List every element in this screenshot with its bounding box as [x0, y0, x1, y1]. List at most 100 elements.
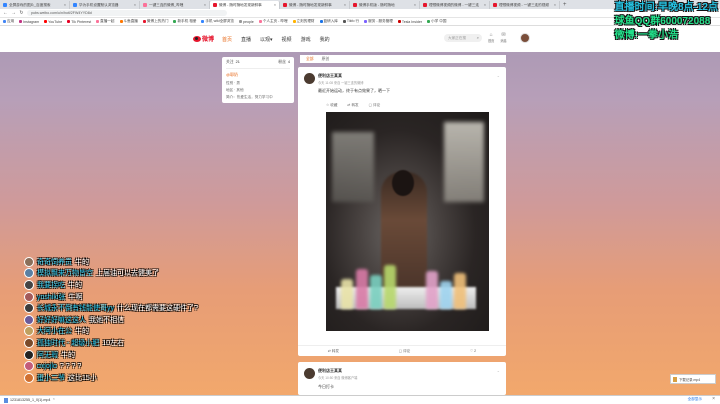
- tab-close-icon[interactable]: ×: [344, 3, 346, 7]
- download-bar: 1231813255_1_0(1).mp4 ⌃ 全部显示 ×: [0, 395, 720, 404]
- site-nav-item[interactable]: 首页: [222, 36, 232, 43]
- viewer-name: 我要拐吃: [37, 281, 65, 289]
- tab-original[interactable]: 原创: [322, 57, 330, 62]
- tab-close-icon[interactable]: ×: [204, 3, 206, 7]
- bookmark-item[interactable]: Tikfo 行: [342, 19, 359, 24]
- site-nav-item[interactable]: 直播: [241, 36, 251, 43]
- user-avatar[interactable]: [520, 33, 530, 43]
- fans-stat[interactable]: 粉丝 4: [278, 60, 290, 65]
- tab-close-icon[interactable]: ×: [484, 3, 486, 7]
- search-input[interactable]: 大家正在搜 ⌕: [444, 34, 482, 42]
- close-icon[interactable]: ×: [712, 396, 715, 402]
- follow-stat[interactable]: 关注 21: [226, 60, 240, 65]
- profile-card: 关注 21 粉丝 4 @耶奶 性别 · 男地区 · 其他 简介：热爱生活，努力学习中: [222, 57, 294, 103]
- header-icon-button[interactable]: ✉ 消息: [500, 33, 506, 44]
- browser-tab[interactable]: 一键三连的微博_哔哩 ×: [140, 1, 210, 9]
- show-all-downloads-link[interactable]: 全部显示: [688, 397, 702, 402]
- bookmark-item[interactable]: Tik Pinterest: [67, 20, 91, 24]
- stream-qq-group: 球鱼QQ群600072088: [614, 16, 711, 27]
- author-avatar[interactable]: [304, 73, 315, 84]
- author-name[interactable]: 便利店王某某: [318, 368, 357, 374]
- floating-download-item[interactable]: 下载记录.mp4: [670, 374, 716, 384]
- post-action-button[interactable]: ☆ 收藏: [326, 103, 337, 108]
- reload-icon[interactable]: ↻: [19, 10, 24, 16]
- chevron-up-icon[interactable]: ⌃: [52, 398, 55, 402]
- browser-tab[interactable]: 理想微博视频的微博 - 一键三连 ×: [420, 1, 490, 9]
- tab-label: 理想微博视频 - 一键三连的视频: [499, 2, 549, 7]
- bookmark-favicon-icon: [427, 20, 431, 23]
- bookmark-item[interactable]: 斗鱼直播: [119, 19, 138, 24]
- tab-favicon-icon: [493, 3, 497, 7]
- profile-handle[interactable]: @耶奶: [226, 72, 290, 78]
- weibo-logo[interactable]: 微博: [193, 34, 214, 43]
- download-chip[interactable]: 1231813255_1_0(1).mp4 ⌃: [4, 397, 55, 403]
- tab-close-icon[interactable]: ×: [134, 3, 136, 7]
- browser-tab[interactable]: 全屏游戏的图片_百度搜索 ×: [0, 1, 70, 9]
- bookmark-favicon-icon: [258, 20, 262, 23]
- post-meta: 今天 11:08 来自 一键三连的微博: [318, 81, 364, 85]
- tab-close-icon[interactable]: ×: [274, 3, 276, 7]
- header-icon-button[interactable]: ⌂ 首页: [488, 33, 494, 44]
- bookmark-item[interactable]: 直播一起: [96, 19, 115, 24]
- viewer-name: 大阿小在公: [37, 328, 72, 336]
- tab-close-icon[interactable]: ×: [414, 3, 416, 7]
- weibo-eye-icon: [193, 35, 201, 42]
- action-icon: ☆: [326, 103, 330, 107]
- site-nav-item[interactable]: 以观▾: [260, 36, 273, 43]
- tab-favicon-icon: [73, 3, 77, 7]
- tab-label: 华为手机设置默认浏览器: [79, 2, 119, 7]
- message-text: 我她不相信: [89, 316, 124, 324]
- bookmark-item[interactable]: 服务 - 服务管理: [364, 19, 393, 24]
- like-button[interactable]: ♡ 2: [470, 349, 476, 353]
- site-nav-item[interactable]: 视频: [282, 36, 292, 43]
- author-name[interactable]: 便利店王某某: [318, 73, 363, 79]
- bookmark-item[interactable]: 蓝研入库: [319, 19, 338, 24]
- tab-all[interactable]: 全部: [306, 57, 314, 62]
- viewer-name: 阿无瑕: [37, 351, 58, 359]
- bookmark-item[interactable]: 小学 中国: [427, 19, 446, 24]
- bookmark-item[interactable]: 应用: [3, 19, 14, 24]
- browser-tab[interactable]: 微博 - 随时随地发现新鲜事 ×: [210, 1, 280, 9]
- bookmark-item[interactable]: people: [238, 20, 254, 24]
- forward-icon[interactable]: →: [11, 10, 16, 16]
- tab-close-icon[interactable]: ×: [554, 3, 556, 7]
- post-action-button[interactable]: ⇄ 转发: [347, 103, 358, 108]
- new-tab-button[interactable]: +: [560, 1, 570, 9]
- browser-tab[interactable]: 微博手机版 - 随时随地 ×: [350, 1, 420, 9]
- danmaku-message: 好好好嘛这这人 我她不相信: [24, 314, 198, 326]
- bookmark-item[interactable]: 立刻的理财: [292, 19, 315, 24]
- tab-close-icon[interactable]: ×: [64, 3, 66, 7]
- post-action-button[interactable]: ▢ 评论: [369, 103, 381, 108]
- bookmark-item[interactable]: Tesla Insider: [397, 20, 422, 24]
- tab-favicon-icon: [143, 3, 147, 7]
- danmaku-message: 阿无瑕 牛的: [24, 349, 198, 361]
- bookmark-item[interactable]: YouTube: [44, 20, 62, 24]
- message-text: 上届油可以去健美了: [96, 270, 159, 278]
- author-avatar[interactable]: [304, 368, 315, 379]
- post-photo[interactable]: [326, 112, 489, 331]
- site-nav-item[interactable]: 游戏: [301, 36, 311, 43]
- viewer-avatar: [24, 349, 34, 360]
- bookmark-item[interactable]: 个人主页 - 哔哩: [258, 19, 288, 24]
- bookmark-item[interactable]: Instagram: [19, 20, 39, 24]
- profile-info: 性别 · 男地区 · 其他 简介：热爱生活，努力学习中: [226, 81, 290, 100]
- browser-tab[interactable]: 微博 - 随时随地发现新鲜事 ×: [280, 1, 350, 9]
- browser-tab[interactable]: 理想微博视频 - 一键三连的视频 ×: [490, 1, 560, 9]
- url-field[interactable]: pubs.weibo.com/u/n/hotl/2FW4YYD8d: [27, 10, 227, 16]
- photo-window-right: [444, 122, 484, 202]
- bookmark-item[interactable]: 手机 wiki全屏浏览: [201, 19, 234, 24]
- photo-bottles: [336, 259, 476, 309]
- bookmark-item[interactable]: 微博上的热门: [142, 19, 168, 24]
- site-nav-item[interactable]: 我的: [320, 36, 330, 43]
- repost-button[interactable]: ⇄ 转发: [328, 349, 339, 354]
- back-icon[interactable]: ←: [3, 10, 8, 16]
- photo-window-left: [332, 132, 374, 202]
- post-menu-icon[interactable]: ⌄: [497, 368, 500, 373]
- bookmark-item[interactable]: 新手机 相册: [173, 19, 196, 24]
- post-menu-icon[interactable]: ⌄: [497, 73, 500, 78]
- comment-button[interactable]: ▢ 评论: [399, 349, 411, 354]
- browser-tab[interactable]: 华为手机设置默认浏览器 ×: [70, 1, 140, 9]
- search-icon[interactable]: ⌕: [477, 34, 479, 42]
- danmaku-message: 大阿小在公 牛的: [24, 326, 198, 338]
- bookmarks-bar: 应用 Instagram YouTube Tik Pinterest 直播一起 斗鱼直播微…: [0, 18, 720, 26]
